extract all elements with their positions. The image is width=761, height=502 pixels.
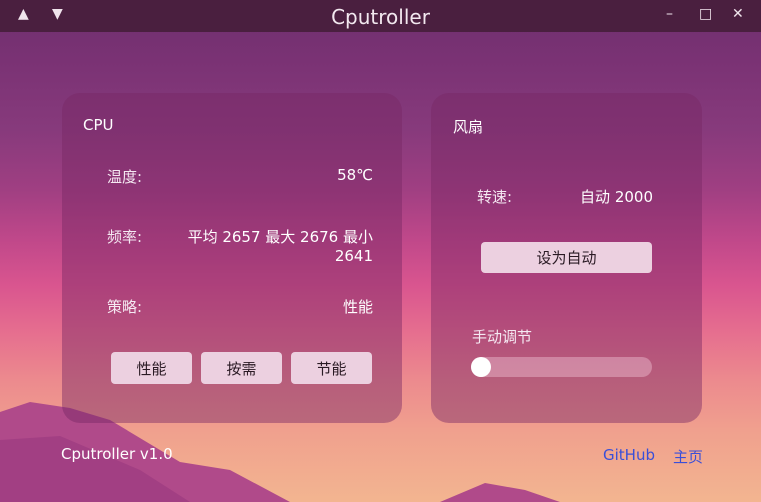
on-demand-button[interactable]: 按需 bbox=[201, 352, 282, 384]
cpu-panel-title: CPU bbox=[83, 116, 114, 134]
fan-slider-handle[interactable] bbox=[471, 357, 491, 377]
github-link[interactable]: GitHub bbox=[603, 446, 655, 464]
home-link[interactable]: 主页 bbox=[673, 446, 703, 467]
manual-adjust-label: 手动调节 bbox=[472, 328, 533, 346]
minimize-icon[interactable]: – bbox=[666, 6, 673, 22]
maximize-icon[interactable]: □ bbox=[699, 6, 712, 22]
version-label: Cputroller v1.0 bbox=[61, 445, 173, 463]
close-icon[interactable]: ✕ bbox=[732, 6, 744, 22]
performance-button[interactable]: 性能 bbox=[111, 352, 192, 384]
fan-panel-title: 风扇 bbox=[453, 118, 484, 136]
fan-slider-track[interactable] bbox=[471, 357, 652, 377]
policy-value: 性能 bbox=[342, 298, 373, 316]
window-title: Cputroller bbox=[331, 5, 430, 29]
temperature-value: 58℃ bbox=[337, 166, 373, 184]
temperature-label: 温度: bbox=[107, 168, 143, 186]
policy-label: 策略: bbox=[107, 298, 143, 316]
frequency-label: 频率: bbox=[107, 228, 143, 246]
fan-speed-label: 转速: bbox=[477, 188, 513, 206]
title-bar: ▲ ▼ Cputroller – □ ✕ bbox=[0, 0, 761, 32]
fan-speed-value: 自动 2000 bbox=[580, 188, 653, 206]
power-save-button[interactable]: 节能 bbox=[291, 352, 372, 384]
set-auto-button[interactable]: 设为自动 bbox=[481, 242, 652, 273]
frequency-value: 平均 2657 最大 2676 最小 2641 bbox=[187, 228, 373, 265]
